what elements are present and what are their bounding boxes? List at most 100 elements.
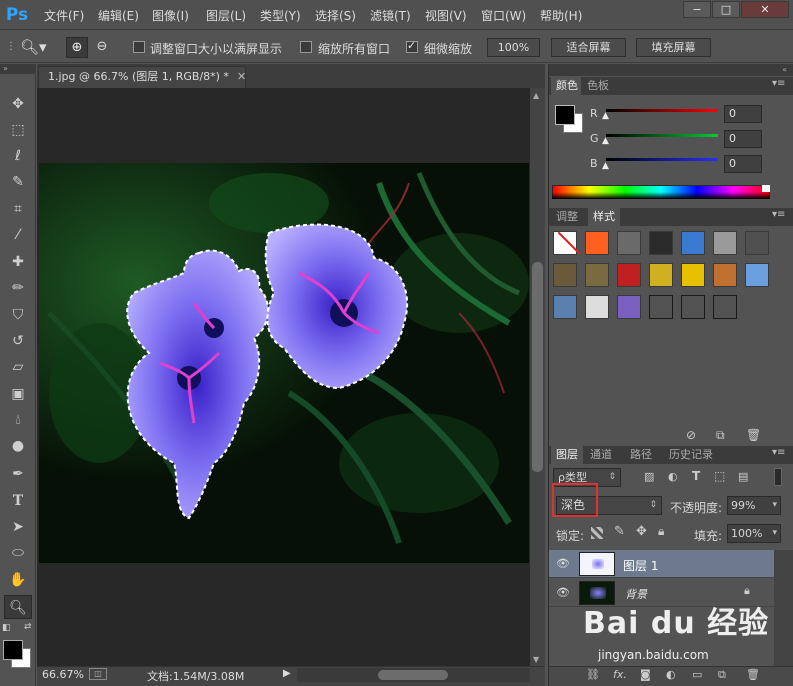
document-image[interactable] <box>39 163 529 563</box>
filter-type-icon[interactable]: T <box>692 469 700 483</box>
opacity-field[interactable]: 99% ▾ <box>727 496 781 515</box>
style-swatch[interactable] <box>585 231 609 255</box>
tools-collapse-icon[interactable]: » <box>0 64 36 74</box>
style-swatch[interactable] <box>649 231 673 255</box>
tab-swatches[interactable]: 色板 <box>587 77 609 95</box>
vertical-scrollbar-thumb[interactable] <box>532 262 543 472</box>
red-slider-handle[interactable]: ▲ <box>602 111 609 121</box>
zoom-out-icon[interactable]: ⊖ <box>91 37 113 58</box>
tab-styles[interactable]: 样式 <box>588 208 620 226</box>
style-swatch[interactable] <box>649 295 673 319</box>
fill-screen-button[interactable]: 填充屏幕 <box>636 38 711 57</box>
adjustment-layer-icon[interactable]: ◐ <box>666 668 676 681</box>
crop-tool-icon[interactable]: ⌗ <box>4 197 32 221</box>
zoom-tool-preset-icon[interactable]: 🔍︎▾ <box>20 37 56 57</box>
menu-item[interactable]: 图层(L) <box>206 7 246 24</box>
history-brush-tool-icon[interactable]: ↺ <box>4 329 32 353</box>
color-panel-menu-icon[interactable]: ▾≡ <box>772 78 785 89</box>
new-style-icon[interactable]: ⧉ <box>716 428 725 443</box>
scroll-down-icon[interactable]: ▼ <box>533 655 539 664</box>
menu-item[interactable]: 类型(Y) <box>260 7 301 24</box>
menu-item[interactable]: 窗口(W) <box>481 7 526 24</box>
tab-layers[interactable]: 图层 <box>551 446 583 464</box>
green-slider[interactable] <box>606 134 718 137</box>
blur-tool-icon[interactable]: 💧︎ <box>4 408 32 432</box>
zoom-tool-icon[interactable]: 🔍︎ <box>4 595 32 619</box>
filter-adjustment-icon[interactable]: ◐ <box>668 470 678 483</box>
type-tool-icon[interactable]: T <box>4 489 32 513</box>
layers-panel-menu-icon[interactable]: ▾≡ <box>772 447 785 458</box>
horizontal-scrollbar-thumb[interactable] <box>378 670 448 680</box>
lock-transparent-icon[interactable] <box>591 527 603 539</box>
tab-history[interactable]: 历史记录 <box>669 446 713 464</box>
style-swatch[interactable] <box>617 231 641 255</box>
filter-smartobject-icon[interactable]: ▤ <box>738 470 748 483</box>
close-tab-icon[interactable]: ✕ <box>237 70 246 83</box>
healing-brush-tool-icon[interactable]: ✚ <box>4 250 32 274</box>
style-swatch[interactable] <box>713 295 737 319</box>
close-button[interactable]: ✕ <box>741 1 789 18</box>
style-swatch[interactable] <box>553 263 577 287</box>
hand-tool-icon[interactable]: ✋ <box>4 568 32 592</box>
delete-layer-icon[interactable]: 🗑︎ <box>746 668 760 681</box>
clone-stamp-tool-icon[interactable]: ⛉ <box>4 303 32 327</box>
link-layers-icon[interactable]: ⛓ <box>586 668 600 681</box>
gradient-tool-icon[interactable]: ▣ <box>4 382 32 406</box>
style-swatch[interactable] <box>745 263 769 287</box>
eye-icon[interactable]: 👁︎ <box>554 584 572 602</box>
ellipse-tool-icon[interactable]: ⬭ <box>4 541 32 565</box>
white-swatch[interactable] <box>762 185 770 192</box>
brush-tool-icon[interactable]: ✏ <box>4 276 32 300</box>
styles-panel-menu-icon[interactable]: ▾≡ <box>772 209 785 220</box>
style-swatch[interactable] <box>617 263 641 287</box>
eraser-tool-icon[interactable]: ▱ <box>4 355 32 379</box>
layer-name[interactable]: 背景 <box>625 586 647 602</box>
filter-pixel-icon[interactable]: ▨ <box>644 470 654 483</box>
tab-adjustments[interactable]: 调整 <box>556 208 578 226</box>
tab-color[interactable]: 颜色 <box>551 77 581 95</box>
filter-toggle[interactable] <box>774 468 782 486</box>
foreground-color-swatch[interactable] <box>3 640 23 660</box>
move-tool-icon[interactable]: ✥ <box>4 92 32 116</box>
layer-name[interactable]: 图层 1 <box>623 557 658 574</box>
style-swatch[interactable] <box>745 231 769 255</box>
menu-item[interactable]: 帮助(H) <box>540 7 582 24</box>
new-layer-icon[interactable]: ⧉ <box>718 668 726 682</box>
color-fg-swatch[interactable] <box>555 105 575 125</box>
style-swatch[interactable] <box>681 263 705 287</box>
style-swatch[interactable] <box>681 295 705 319</box>
panel-collapse-icon[interactable]: « <box>549 64 793 76</box>
resize-windows-checkbox[interactable] <box>133 41 145 53</box>
lock-all-icon[interactable]: 🔒︎ <box>658 524 664 539</box>
blue-value[interactable]: 0 <box>724 155 762 173</box>
pen-tool-icon[interactable]: ✒ <box>4 462 32 486</box>
green-slider-handle[interactable]: ▲ <box>602 136 609 146</box>
menu-item[interactable]: 滤镜(T) <box>370 7 411 24</box>
add-mask-icon[interactable]: ◙ <box>640 668 651 681</box>
minimize-button[interactable]: − <box>683 1 711 18</box>
status-icon[interactable]: ◫ <box>89 668 107 680</box>
lasso-tool-icon[interactable]: ℓ <box>4 144 32 168</box>
zoom-level[interactable]: 66.67% <box>42 668 84 681</box>
fx-icon[interactable]: fx. <box>613 668 627 681</box>
clear-style-icon[interactable]: ⊘ <box>686 428 696 442</box>
scroll-up-icon[interactable]: ▲ <box>533 91 539 100</box>
tab-paths[interactable]: 路径 <box>630 446 652 464</box>
swap-colors-icon[interactable]: ⇄ <box>24 622 34 632</box>
green-value[interactable]: 0 <box>724 130 762 148</box>
menu-item[interactable]: 文件(F) <box>44 7 84 24</box>
menu-item[interactable]: 图像(I) <box>152 7 189 24</box>
eye-icon[interactable]: 👁︎ <box>554 555 572 573</box>
menu-item[interactable]: 视图(V) <box>425 7 467 24</box>
status-menu-icon[interactable]: ▶ <box>283 668 291 679</box>
style-swatch[interactable] <box>649 263 673 287</box>
blue-slider-handle[interactable]: ▲ <box>602 161 609 171</box>
delete-style-icon[interactable]: 🗑︎ <box>746 428 761 442</box>
zoom-in-icon[interactable]: ⊕ <box>66 37 88 58</box>
fill-field[interactable]: 100% ▾ <box>727 524 781 543</box>
path-selection-tool-icon[interactable]: ➤ <box>4 515 32 539</box>
filter-shape-icon[interactable]: ⬚ <box>714 469 725 483</box>
style-swatch[interactable] <box>713 263 737 287</box>
blue-slider[interactable] <box>606 158 718 161</box>
lock-position-icon[interactable]: ✥ <box>636 524 647 539</box>
